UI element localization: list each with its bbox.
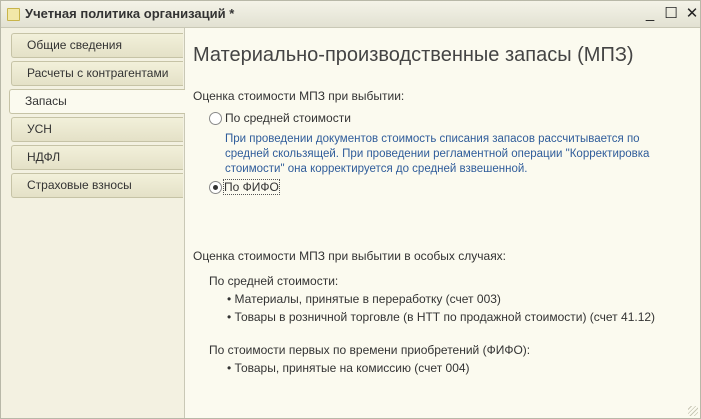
sidebar-item-ndfl[interactable]: НДФЛ — [11, 145, 183, 170]
title-bar[interactable]: Учетная политика организаций * _ ☐ ✕ — [1, 1, 700, 28]
special-cases-label: Оценка стоимости МПЗ при выбытии в особы… — [193, 249, 507, 263]
sidebar-item-settlements[interactable]: Расчеты с контрагентами — [11, 61, 183, 86]
minimize-button[interactable]: _ — [641, 5, 659, 23]
sidebar: Общие сведения Расчеты с контрагентами З… — [1, 28, 185, 418]
resize-grip[interactable] — [688, 406, 698, 416]
radio-fifo[interactable] — [209, 181, 222, 194]
sidebar-item-general[interactable]: Общие сведения — [11, 33, 183, 58]
radio-fifo-label[interactable]: По ФИФО — [223, 179, 280, 195]
main-panel: Материально-производственные запасы (МПЗ… — [185, 28, 700, 418]
fifo-group-label: По стоимости первых по времени приобрете… — [209, 343, 531, 357]
sidebar-item-usn[interactable]: УСН — [11, 117, 183, 142]
average-cost-hint: При проведении документов стоимость спис… — [225, 133, 650, 175]
list-item: Товары, принятые на комиссию (счет 004) — [227, 361, 470, 375]
list-item: Товары в розничной торговле (в НТТ по пр… — [227, 310, 656, 324]
page-title: Материально-производственные запасы (МПЗ… — [193, 44, 634, 66]
close-button[interactable]: ✕ — [683, 5, 701, 23]
app-icon — [7, 8, 20, 21]
window: Учетная политика организаций * _ ☐ ✕ Общ… — [0, 0, 701, 419]
sidebar-item-insurance[interactable]: Страховые взносы — [11, 173, 183, 198]
radio-average-cost-label[interactable]: По средней стоимости — [225, 111, 351, 125]
avg-group-label: По средней стоимости: — [209, 274, 339, 288]
radio-average-cost[interactable] — [209, 112, 222, 125]
sidebar-item-inventory[interactable]: Запасы — [9, 89, 185, 114]
valuation-label: Оценка стоимости МПЗ при выбытии: — [193, 89, 405, 103]
radio-selected-dot — [213, 185, 218, 190]
list-item: Материалы, принятые в переработку (счет … — [227, 292, 501, 306]
maximize-button[interactable]: ☐ — [662, 5, 680, 23]
window-title: Учетная политика организаций * — [25, 6, 235, 21]
